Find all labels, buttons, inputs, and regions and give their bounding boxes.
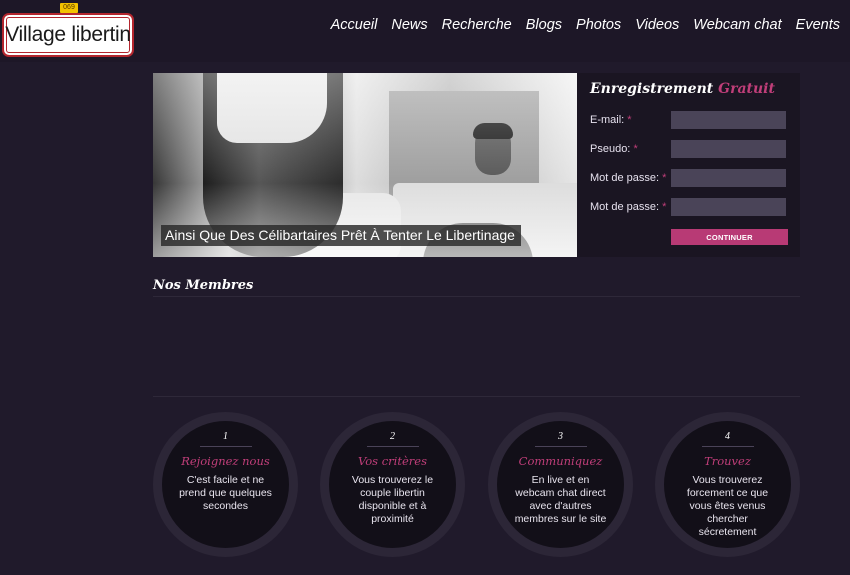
email-row: E-mail: * (590, 111, 790, 131)
password-confirm-field[interactable] (671, 198, 786, 216)
step-title: Trouvez (704, 454, 751, 468)
registration-title-accent: Gratuit (718, 81, 775, 97)
email-field[interactable] (671, 111, 786, 129)
step-number: 4 (725, 431, 730, 442)
pseudo-field[interactable] (671, 140, 786, 158)
step-card-2: 2 Vos critères Vous trouverez le couple … (320, 412, 465, 557)
step-card-1: 1 Rejoignez nous C'est facile et ne pren… (153, 412, 298, 557)
step-card-3: 3 Communiquez En live et en webcam chat … (488, 412, 633, 557)
step-divider (199, 446, 252, 447)
nav-photos[interactable]: Photos (576, 17, 621, 33)
step-number: 2 (390, 431, 395, 442)
step-title: Vos critères (358, 454, 427, 468)
site-logo[interactable]: Village libertin (2, 13, 134, 57)
email-label: E-mail: * (590, 114, 632, 126)
step-divider (534, 446, 587, 447)
step-description: Vous trouverez le couple libertin dispon… (351, 474, 434, 525)
members-title: Nos Membres (153, 278, 254, 293)
hero-caption: Ainsi Que Des Célibartaires Prêt À Tente… (161, 225, 521, 246)
nav-webcam-chat[interactable]: Webcam chat (693, 17, 781, 33)
site-header: Village libertin 069 Accueil News Recher… (0, 0, 850, 62)
main-nav: Accueil News Recherche Blogs Photos Vide… (331, 17, 840, 33)
pseudo-row: Pseudo: * (590, 140, 790, 160)
step-divider (701, 446, 754, 447)
step-description: C'est facile et ne prend que quelques se… (179, 474, 272, 512)
password-confirm-label: Mot de passe: * (590, 201, 667, 213)
hero-slide: Ainsi Que Des Célibartaires Prêt À Tente… (153, 73, 577, 257)
nav-accueil[interactable]: Accueil (331, 17, 378, 33)
step-description: Vous trouverez forcement ce que vous ête… (686, 474, 769, 538)
nav-news[interactable]: News (391, 17, 427, 33)
nav-videos[interactable]: Videos (635, 17, 679, 33)
password-row: Mot de passe: * (590, 169, 790, 189)
registration-panel: Enregistrement Gratuit E-mail: * Pseudo:… (577, 73, 800, 257)
password-label: Mot de passe: * (590, 172, 667, 184)
step-description: En live et en webcam chat direct avec d'… (514, 474, 607, 525)
logo-badge: 069 (60, 3, 78, 13)
members-divider-bottom (153, 396, 800, 397)
members-divider-top (153, 296, 800, 297)
step-number: 1 (223, 431, 228, 442)
continue-button[interactable]: CONTINUER (671, 229, 788, 245)
password-field[interactable] (671, 169, 786, 187)
step-number: 3 (558, 431, 563, 442)
password-confirm-row: Mot de passe: * (590, 198, 790, 218)
registration-title-main: Enregistrement (590, 81, 714, 97)
step-title: Rejoignez nous (181, 454, 270, 468)
step-divider (366, 446, 419, 447)
nav-events[interactable]: Events (796, 17, 840, 33)
nav-recherche[interactable]: Recherche (442, 17, 512, 33)
nav-blogs[interactable]: Blogs (526, 17, 562, 33)
step-card-4: 4 Trouvez Vous trouverez forcement ce qu… (655, 412, 800, 557)
step-title: Communiquez (518, 454, 603, 468)
registration-title: Enregistrement Gratuit (590, 81, 775, 97)
pseudo-label: Pseudo: * (590, 143, 638, 155)
